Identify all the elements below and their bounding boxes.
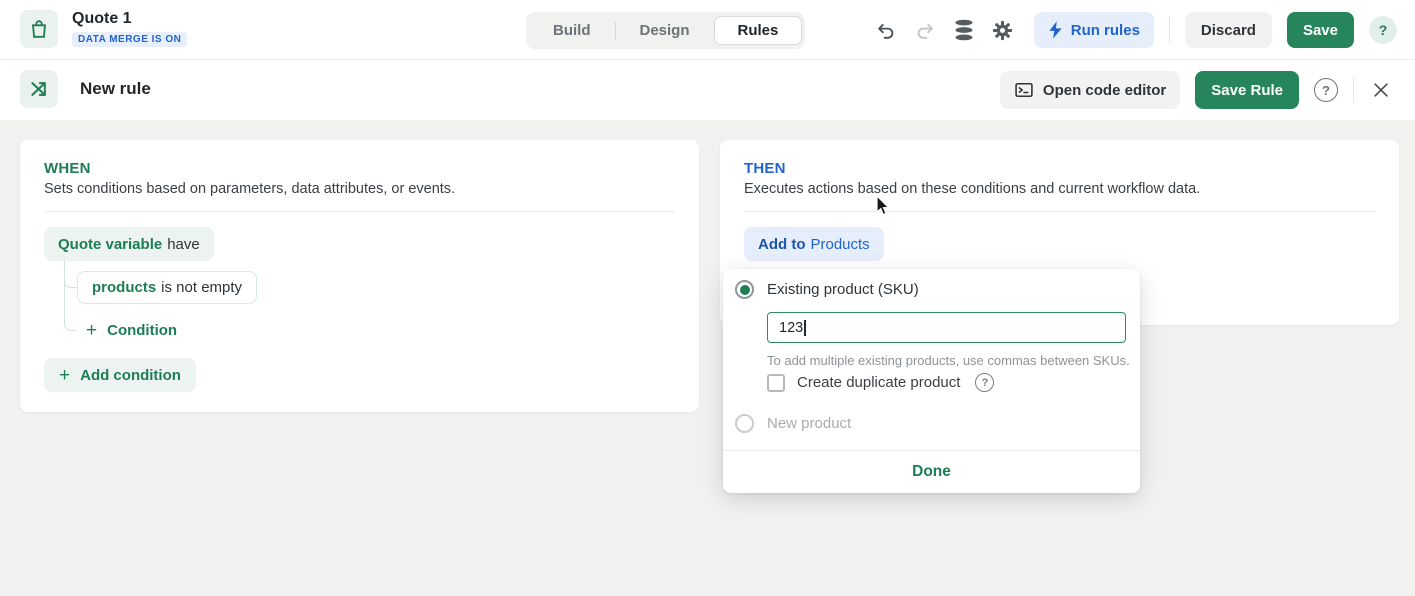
text-caret (804, 320, 806, 336)
rule-bar-divider (1353, 77, 1354, 103)
document-meta: Quote 1 DATA MERGE IS ON (72, 9, 187, 47)
discard-button[interactable]: Discard (1185, 12, 1272, 48)
when-description: Sets conditions based on parameters, dat… (44, 181, 455, 197)
when-divider (44, 211, 675, 212)
then-description: Executes actions based on these conditio… (744, 181, 1200, 197)
condition-chip-operator: is not empty (161, 279, 242, 296)
open-code-editor-button[interactable]: Open code editor (1000, 71, 1180, 109)
create-duplicate-label: Create duplicate product (797, 374, 960, 391)
condition-chip-field: products (92, 279, 156, 296)
checkbox-unchecked-icon[interactable] (767, 374, 785, 392)
rule-header-bar: New rule Open code editor Save Rule ? (0, 60, 1415, 120)
plus-icon: + (59, 366, 70, 385)
data-source-icon[interactable] (952, 18, 976, 42)
code-editor-icon (1014, 80, 1034, 100)
when-title: WHEN (44, 160, 91, 177)
action-chip-verb: Add to (758, 236, 805, 253)
then-divider (744, 211, 1375, 212)
add-condition-label: Add condition (80, 367, 181, 384)
undo-icon[interactable] (874, 18, 898, 42)
existing-product-label: Existing product (SKU) (767, 281, 919, 298)
add-nested-condition-link[interactable]: + Condition (86, 321, 177, 340)
document-icon-tile (20, 10, 58, 48)
rule-bar-actions: Open code editor Save Rule ? (1000, 60, 1393, 120)
condition-chip[interactable]: products is not empty (77, 271, 257, 304)
shopping-bag-icon (28, 18, 50, 40)
trigger-chip-variable: Quote variable (58, 236, 162, 253)
then-title: THEN (744, 160, 786, 177)
data-merge-badge: DATA MERGE IS ON (72, 32, 187, 47)
action-chip-target: Products (810, 236, 869, 253)
lightning-bolt-icon (1048, 21, 1063, 39)
tab-rules[interactable]: Rules (714, 16, 803, 45)
done-button[interactable]: Done (723, 450, 1140, 493)
tab-build[interactable]: Build (529, 16, 615, 45)
add-nested-condition-label: Condition (107, 322, 177, 339)
add-product-popover: Existing product (SKU) 123 To add multip… (723, 269, 1140, 493)
shuffle-icon (29, 79, 49, 99)
new-product-label: New product (767, 415, 851, 432)
rule-title: New rule (80, 79, 151, 99)
sku-input-value: 123 (779, 320, 803, 336)
duplicate-help-icon[interactable]: ? (975, 373, 994, 392)
rule-icon-tile (20, 70, 58, 108)
close-icon[interactable] (1369, 78, 1393, 102)
sku-input[interactable]: 123 (767, 312, 1126, 343)
existing-product-option[interactable]: Existing product (SKU) (735, 280, 919, 299)
create-duplicate-option[interactable]: Create duplicate product ? (767, 373, 994, 392)
rule-help-icon[interactable]: ? (1314, 78, 1338, 102)
trigger-chip[interactable]: Quote variable have (44, 227, 214, 261)
add-condition-button[interactable]: + Add condition (44, 358, 196, 392)
help-button[interactable]: ? (1369, 16, 1397, 44)
new-product-option[interactable]: New product (735, 414, 851, 433)
save-button[interactable]: Save (1287, 12, 1354, 48)
radio-unselected-icon[interactable] (735, 414, 754, 433)
redo-icon[interactable] (913, 18, 937, 42)
rules-editor-screen: Quote 1 DATA MERGE IS ON Build Design Ru… (0, 0, 1415, 596)
plus-icon: + (86, 321, 97, 340)
action-chip[interactable]: Add to Products (744, 227, 884, 261)
top-bar-divider (1169, 17, 1170, 43)
settings-gear-icon[interactable] (991, 18, 1015, 42)
sku-helper-text: To add multiple existing products, use c… (767, 353, 1130, 368)
rule-canvas: WHEN Sets conditions based on parameters… (0, 120, 1415, 596)
run-rules-label: Run rules (1071, 22, 1140, 39)
open-code-editor-label: Open code editor (1043, 82, 1166, 99)
when-panel: WHEN Sets conditions based on parameters… (20, 140, 699, 412)
top-bar: Quote 1 DATA MERGE IS ON Build Design Ru… (0, 0, 1415, 60)
mode-tabs: Build Design Rules (526, 12, 805, 49)
tree-connector-2 (64, 261, 77, 331)
top-bar-actions: Run rules Discard Save ? (874, 0, 1397, 60)
radio-selected-icon[interactable] (735, 280, 754, 299)
save-rule-button[interactable]: Save Rule (1195, 71, 1299, 109)
run-rules-button[interactable]: Run rules (1034, 12, 1154, 48)
trigger-chip-operator: have (167, 236, 200, 253)
document-title: Quote 1 (72, 9, 187, 29)
tab-design[interactable]: Design (616, 16, 714, 45)
